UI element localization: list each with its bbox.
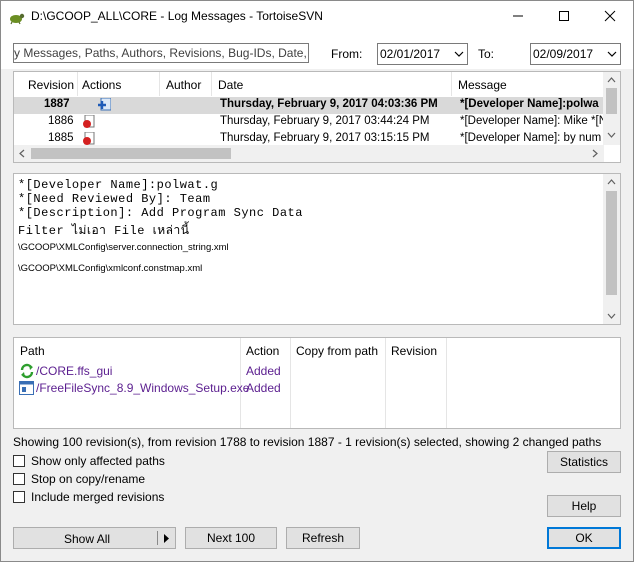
from-date-picker[interactable]: 02/01/2017 bbox=[377, 43, 468, 65]
close-icon bbox=[604, 10, 616, 22]
revision-row-selected[interactable]: 1887 Thursday, February 9, 2017 04:03:36… bbox=[14, 97, 606, 114]
column-header-revision[interactable]: Revision bbox=[391, 344, 437, 358]
message-line: *[Need Reviewed By]: Team bbox=[18, 192, 211, 206]
show-all-button[interactable]: Show All bbox=[13, 527, 176, 549]
include-merged-checkbox[interactable] bbox=[13, 491, 25, 503]
stop-on-copy-checkbox[interactable] bbox=[13, 473, 25, 485]
chevron-down-icon bbox=[607, 51, 617, 57]
show-all-label: Show All bbox=[64, 532, 111, 546]
scroll-thumb[interactable] bbox=[606, 88, 617, 114]
changed-paths-list: Path Action Copy from path Revision /COR… bbox=[13, 337, 621, 429]
sync-file-icon bbox=[20, 363, 34, 379]
scroll-right-icon bbox=[592, 149, 598, 158]
message-path-line: \GCOOP\XMLConfig\server.connection_strin… bbox=[18, 242, 229, 253]
scroll-thumb[interactable] bbox=[31, 148, 231, 159]
show-only-affected-label: Show only affected paths bbox=[31, 454, 165, 468]
window-title: D:\GCOOP_ALL\CORE - Log Messages - Torto… bbox=[31, 9, 323, 23]
message-line: Filter ไม่เอา File เหล่านี้ bbox=[18, 224, 190, 238]
tortoisesvn-app-icon bbox=[10, 13, 25, 25]
message-line: *[Description]: Add Program Sync Data bbox=[18, 206, 303, 220]
executable-file-icon bbox=[19, 381, 34, 395]
add-action-icon bbox=[98, 98, 111, 111]
revision-list: Revision Actions Author Date Message 188… bbox=[13, 71, 621, 163]
scroll-up-icon bbox=[607, 179, 616, 185]
scroll-left-icon bbox=[19, 149, 25, 158]
to-date-value: 02/09/2017 bbox=[533, 47, 594, 61]
refresh-button[interactable]: Refresh bbox=[286, 527, 360, 549]
changed-path-row[interactable]: /FreeFileSync_8.9_Windows_Setup.exe Adde… bbox=[14, 380, 614, 397]
search-filter-input[interactable]: y Messages, Paths, Authors, Revisions, B… bbox=[13, 43, 309, 63]
column-header-author[interactable]: Author bbox=[160, 72, 212, 96]
ok-button[interactable]: OK bbox=[547, 527, 621, 549]
revision-list-vertical-scrollbar[interactable] bbox=[603, 72, 620, 145]
dropdown-arrow-icon[interactable] bbox=[163, 534, 170, 543]
modify-action-icon bbox=[83, 132, 95, 145]
column-header-copy-from-path[interactable]: Copy from path bbox=[296, 344, 378, 358]
include-merged-label: Include merged revisions bbox=[31, 490, 165, 504]
log-message-pane[interactable]: *[Developer Name]:polwat.g *[Need Review… bbox=[13, 173, 621, 325]
log-messages-window: D:\GCOOP_ALL\CORE - Log Messages - Torto… bbox=[0, 0, 634, 562]
show-only-affected-checkbox[interactable] bbox=[13, 455, 25, 467]
minimize-button[interactable] bbox=[495, 1, 541, 31]
search-filter-text: y Messages, Paths, Authors, Revisions, B… bbox=[14, 46, 309, 60]
scroll-up-icon bbox=[607, 77, 616, 83]
column-header-actions[interactable]: Actions bbox=[78, 72, 160, 96]
next-100-button[interactable]: Next 100 bbox=[185, 527, 277, 549]
revision-list-horizontal-scrollbar[interactable] bbox=[14, 145, 604, 162]
scroll-down-icon bbox=[607, 313, 616, 319]
to-date-picker[interactable]: 02/09/2017 bbox=[530, 43, 621, 65]
modify-action-icon bbox=[83, 115, 95, 128]
scroll-thumb[interactable] bbox=[606, 191, 617, 295]
filter-bar: y Messages, Paths, Authors, Revisions, B… bbox=[1, 33, 633, 69]
message-vertical-scrollbar[interactable] bbox=[603, 174, 620, 324]
statistics-button[interactable]: Statistics bbox=[547, 451, 621, 473]
message-path-line: \GCOOP\XMLConfig\xmlconf.constmap.xml bbox=[18, 263, 203, 274]
column-header-message[interactable]: Message bbox=[452, 72, 606, 96]
stop-on-copy-label: Stop on copy/rename bbox=[31, 472, 146, 486]
column-header-path[interactable]: Path bbox=[20, 344, 45, 358]
message-line: *[Developer Name]:polwat.g bbox=[18, 178, 219, 192]
to-label: To: bbox=[478, 47, 495, 61]
revision-row[interactable]: 1886 Thursday, February 9, 2017 03:44:24… bbox=[14, 114, 613, 131]
column-header-date[interactable]: Date bbox=[212, 72, 452, 96]
scroll-down-icon bbox=[607, 132, 616, 138]
help-button[interactable]: Help bbox=[547, 495, 621, 517]
maximize-button[interactable] bbox=[541, 1, 587, 31]
title-bar: D:\GCOOP_ALL\CORE - Log Messages - Torto… bbox=[1, 1, 633, 33]
maximize-icon bbox=[559, 11, 569, 21]
changed-path-row[interactable]: /CORE.ffs_gui Added bbox=[14, 363, 614, 380]
from-label: From: bbox=[331, 47, 363, 61]
minimize-icon bbox=[513, 15, 523, 17]
status-text: Showing 100 revision(s), from revision 1… bbox=[13, 435, 602, 449]
column-header-revision[interactable]: Revision bbox=[14, 72, 78, 96]
from-date-value: 02/01/2017 bbox=[380, 47, 441, 61]
column-header-action[interactable]: Action bbox=[246, 344, 279, 358]
close-button[interactable] bbox=[587, 1, 633, 31]
chevron-down-icon bbox=[454, 51, 464, 57]
